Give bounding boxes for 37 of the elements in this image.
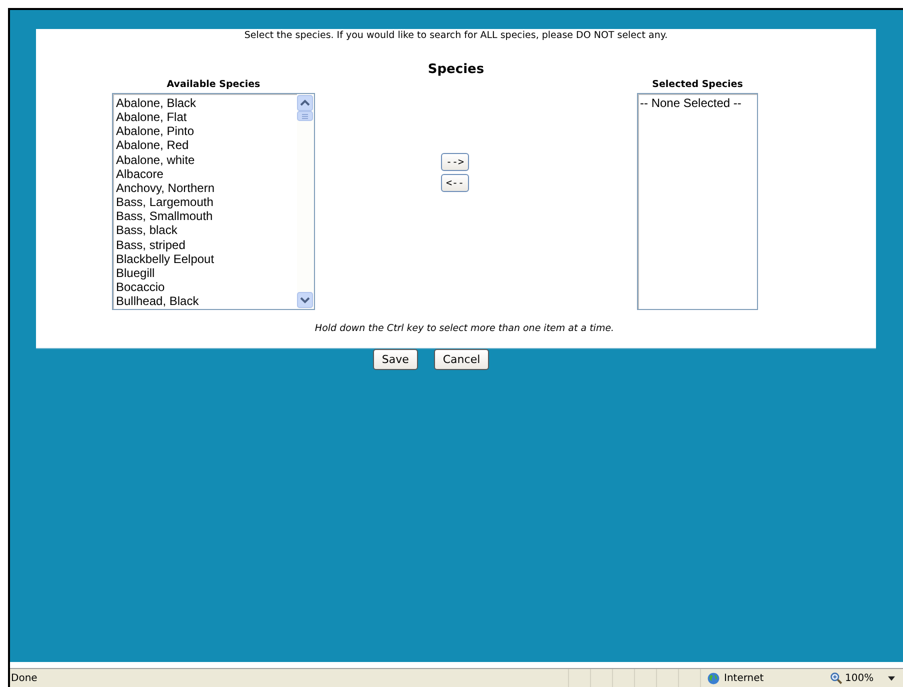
section-heading: Species [426,62,486,78]
list-option[interactable]: Abalone, Pinto [116,124,297,138]
move-button[interactable]: --> [441,153,469,171]
list-option[interactable]: Bass, Smallmouth [116,209,297,224]
instruction-text: Select the species. If you would like to search for ALL species, please DO NOT select any. [243,30,669,42]
cancel-button[interactable]: Cancel [434,349,490,370]
species-listbox[interactable] [112,93,315,310]
list-option[interactable]: Blackbelly Eelpout [116,252,297,266]
hint-text: Hold down the Ctrl key to select more than one item at a time. [314,323,616,335]
list-option[interactable]: Bass, black [116,223,297,238]
list-option[interactable]: Bocaccio [116,280,297,294]
selected-listbox[interactable]: -- None Selected -- [637,93,758,310]
globe-icon [707,672,720,684]
list-option[interactable]: -- None Selected -- [640,96,757,110]
move-button[interactable]: <-- [441,174,469,192]
caret-icon[interactable] [888,676,895,680]
zoom-level[interactable]: 100% [845,672,874,684]
list-option[interactable]: Bullhead, Black [116,294,297,308]
list-option[interactable]: Anchovy, Northern [116,180,297,196]
list-option[interactable]: Abalone, Flat [116,110,297,124]
zoom-icon[interactable] [830,672,843,684]
list-option[interactable]: Abalone, Black [116,96,297,110]
save-button[interactable]: Save [372,349,418,370]
list-option[interactable]: Albacore [116,166,297,181]
list-option[interactable]: Abalone, white [116,152,297,167]
list-option[interactable]: Bluegill [116,266,297,280]
scrollbar[interactable] [297,94,314,309]
status-text: Done [10,672,38,684]
scroll-down-icon[interactable] [297,292,313,308]
zone-text: Internet [724,672,764,684]
scroll-up-icon[interactable] [297,95,313,111]
list-option[interactable]: Bass, striped [116,238,297,252]
list-heading: Selected Species [652,79,743,91]
list-option[interactable]: Bass, Largemouth [116,195,297,210]
list-option[interactable]: Abalone, Red [116,138,297,153]
list-heading: Available Species [166,79,260,91]
scroll-thumb[interactable] [297,111,313,121]
